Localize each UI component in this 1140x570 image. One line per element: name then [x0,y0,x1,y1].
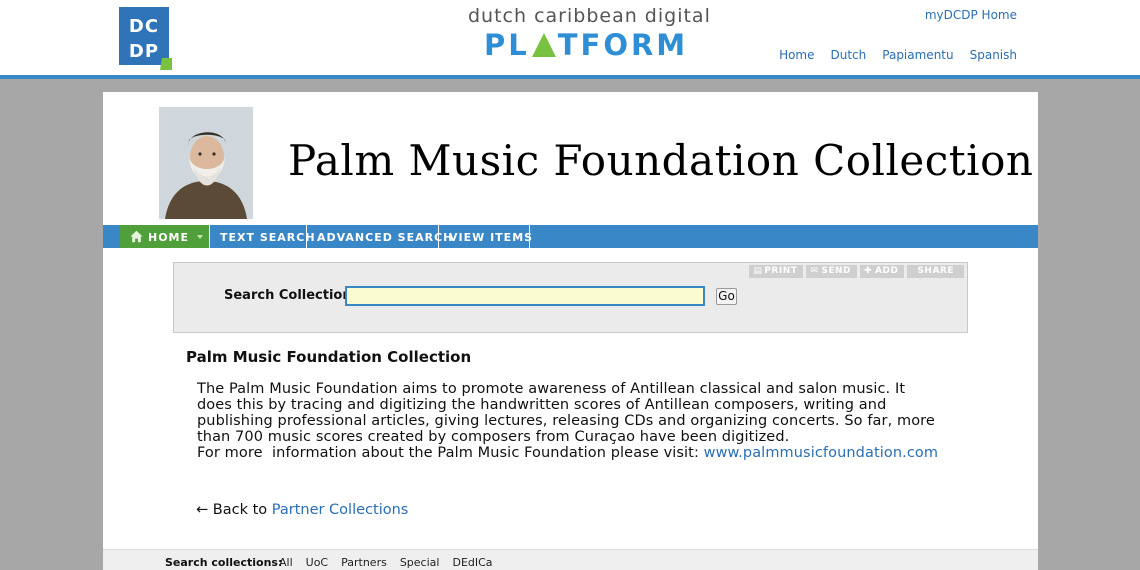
back-arrow-icon: ← [196,502,209,518]
collection-panel: Palm Music Foundation Collection Home Te… [103,92,1038,570]
home-icon [130,230,143,243]
share-label: Share [917,266,954,276]
collection-title: Palm Music Foundation Collection [288,136,1034,185]
printer-icon: ▤ [753,266,763,276]
mydcdp-home-link[interactable]: myDCDP Home [925,8,1017,22]
brand-wordmark-suffix: TFORM [557,28,689,62]
footer-label: Search collections: [165,556,283,569]
partner-collections-link[interactable]: Partner Collections [272,502,409,518]
content-heading: Palm Music Foundation Collection [186,348,472,366]
nav-home-label: Home [148,231,190,244]
add-label: Add [875,266,899,276]
add-button[interactable]: ✚ Add [860,265,905,278]
portrait-image [159,107,253,219]
language-nav: Home Dutch Papiamentu Spanish [779,48,1017,62]
palm-foundation-link[interactable]: www.palmmusicfoundation.com [704,445,938,461]
search-collection-label: Search Collection: [224,288,357,303]
share-button[interactable]: Share [907,265,964,278]
plus-icon: ✚ [864,266,873,276]
back-link-row: ← Back to Partner Collections [196,502,408,518]
nav-advanced-search[interactable]: Advanced Search [307,225,452,248]
nav-text-search[interactable]: Text Search [210,225,315,248]
chevron-down-icon[interactable] [197,235,204,239]
search-collections-footer: Search collections: All UoC Partners Spe… [103,549,1038,570]
envelope-icon: ✉ [810,266,819,276]
footer-links: All UoC Partners Special DEdICa [279,556,493,569]
header-divider [0,75,1140,79]
go-button[interactable]: Go [716,288,737,305]
nav-home[interactable]: Home [120,225,210,248]
description-paragraph: The Palm Music Foundation aims to promot… [197,381,935,445]
print-label: Print [764,266,798,276]
svg-text:DC: DC [129,16,159,37]
print-button[interactable]: ▤ Print [749,265,804,278]
brand-wordmark-prefix: PL [484,28,530,62]
dcdp-logo[interactable]: DC DP [116,4,172,70]
more-info-line: For more information about the Palm Musi… [197,445,943,461]
collection-portrait [159,107,253,219]
footer-link-dedica[interactable]: DEdICa [452,556,492,569]
collection-description: The Palm Music Foundation aims to promot… [197,381,943,461]
footer-link-uoc[interactable]: UoC [306,556,328,569]
lang-nav-spanish[interactable]: Spanish [970,48,1017,62]
footer-link-special[interactable]: Special [400,556,440,569]
lang-nav-dutch[interactable]: Dutch [831,48,867,62]
lang-nav-papiamentu[interactable]: Papiamentu [882,48,953,62]
send-button[interactable]: ✉ Send [806,265,858,278]
search-collection-input[interactable] [345,286,705,306]
svg-text:DP: DP [129,41,159,62]
footer-link-partners[interactable]: Partners [341,556,387,569]
more-info-text: For more information about the Palm Musi… [197,445,704,461]
back-text: Back to [208,502,272,518]
footer-link-all[interactable]: All [279,556,293,569]
lang-nav-home[interactable]: Home [779,48,814,62]
search-box: ▤ Print ✉ Send ✚ Add Share Search Collectio… [173,262,968,333]
nav-view-items[interactable]: View Items [439,225,532,248]
brand-tagline: dutch caribbean digital [468,5,711,27]
brand-wordmark: PL TFORM [484,28,688,62]
send-label: Send [821,266,852,276]
collection-nav: Home Text Search Advanced Search View It… [103,225,1038,248]
brand-a-triangle-icon [531,33,556,57]
item-tools: ▤ Print ✉ Send ✚ Add Share [749,265,964,278]
site-header: DC DP dutch caribbean digital PL TFORM my… [0,0,1140,75]
